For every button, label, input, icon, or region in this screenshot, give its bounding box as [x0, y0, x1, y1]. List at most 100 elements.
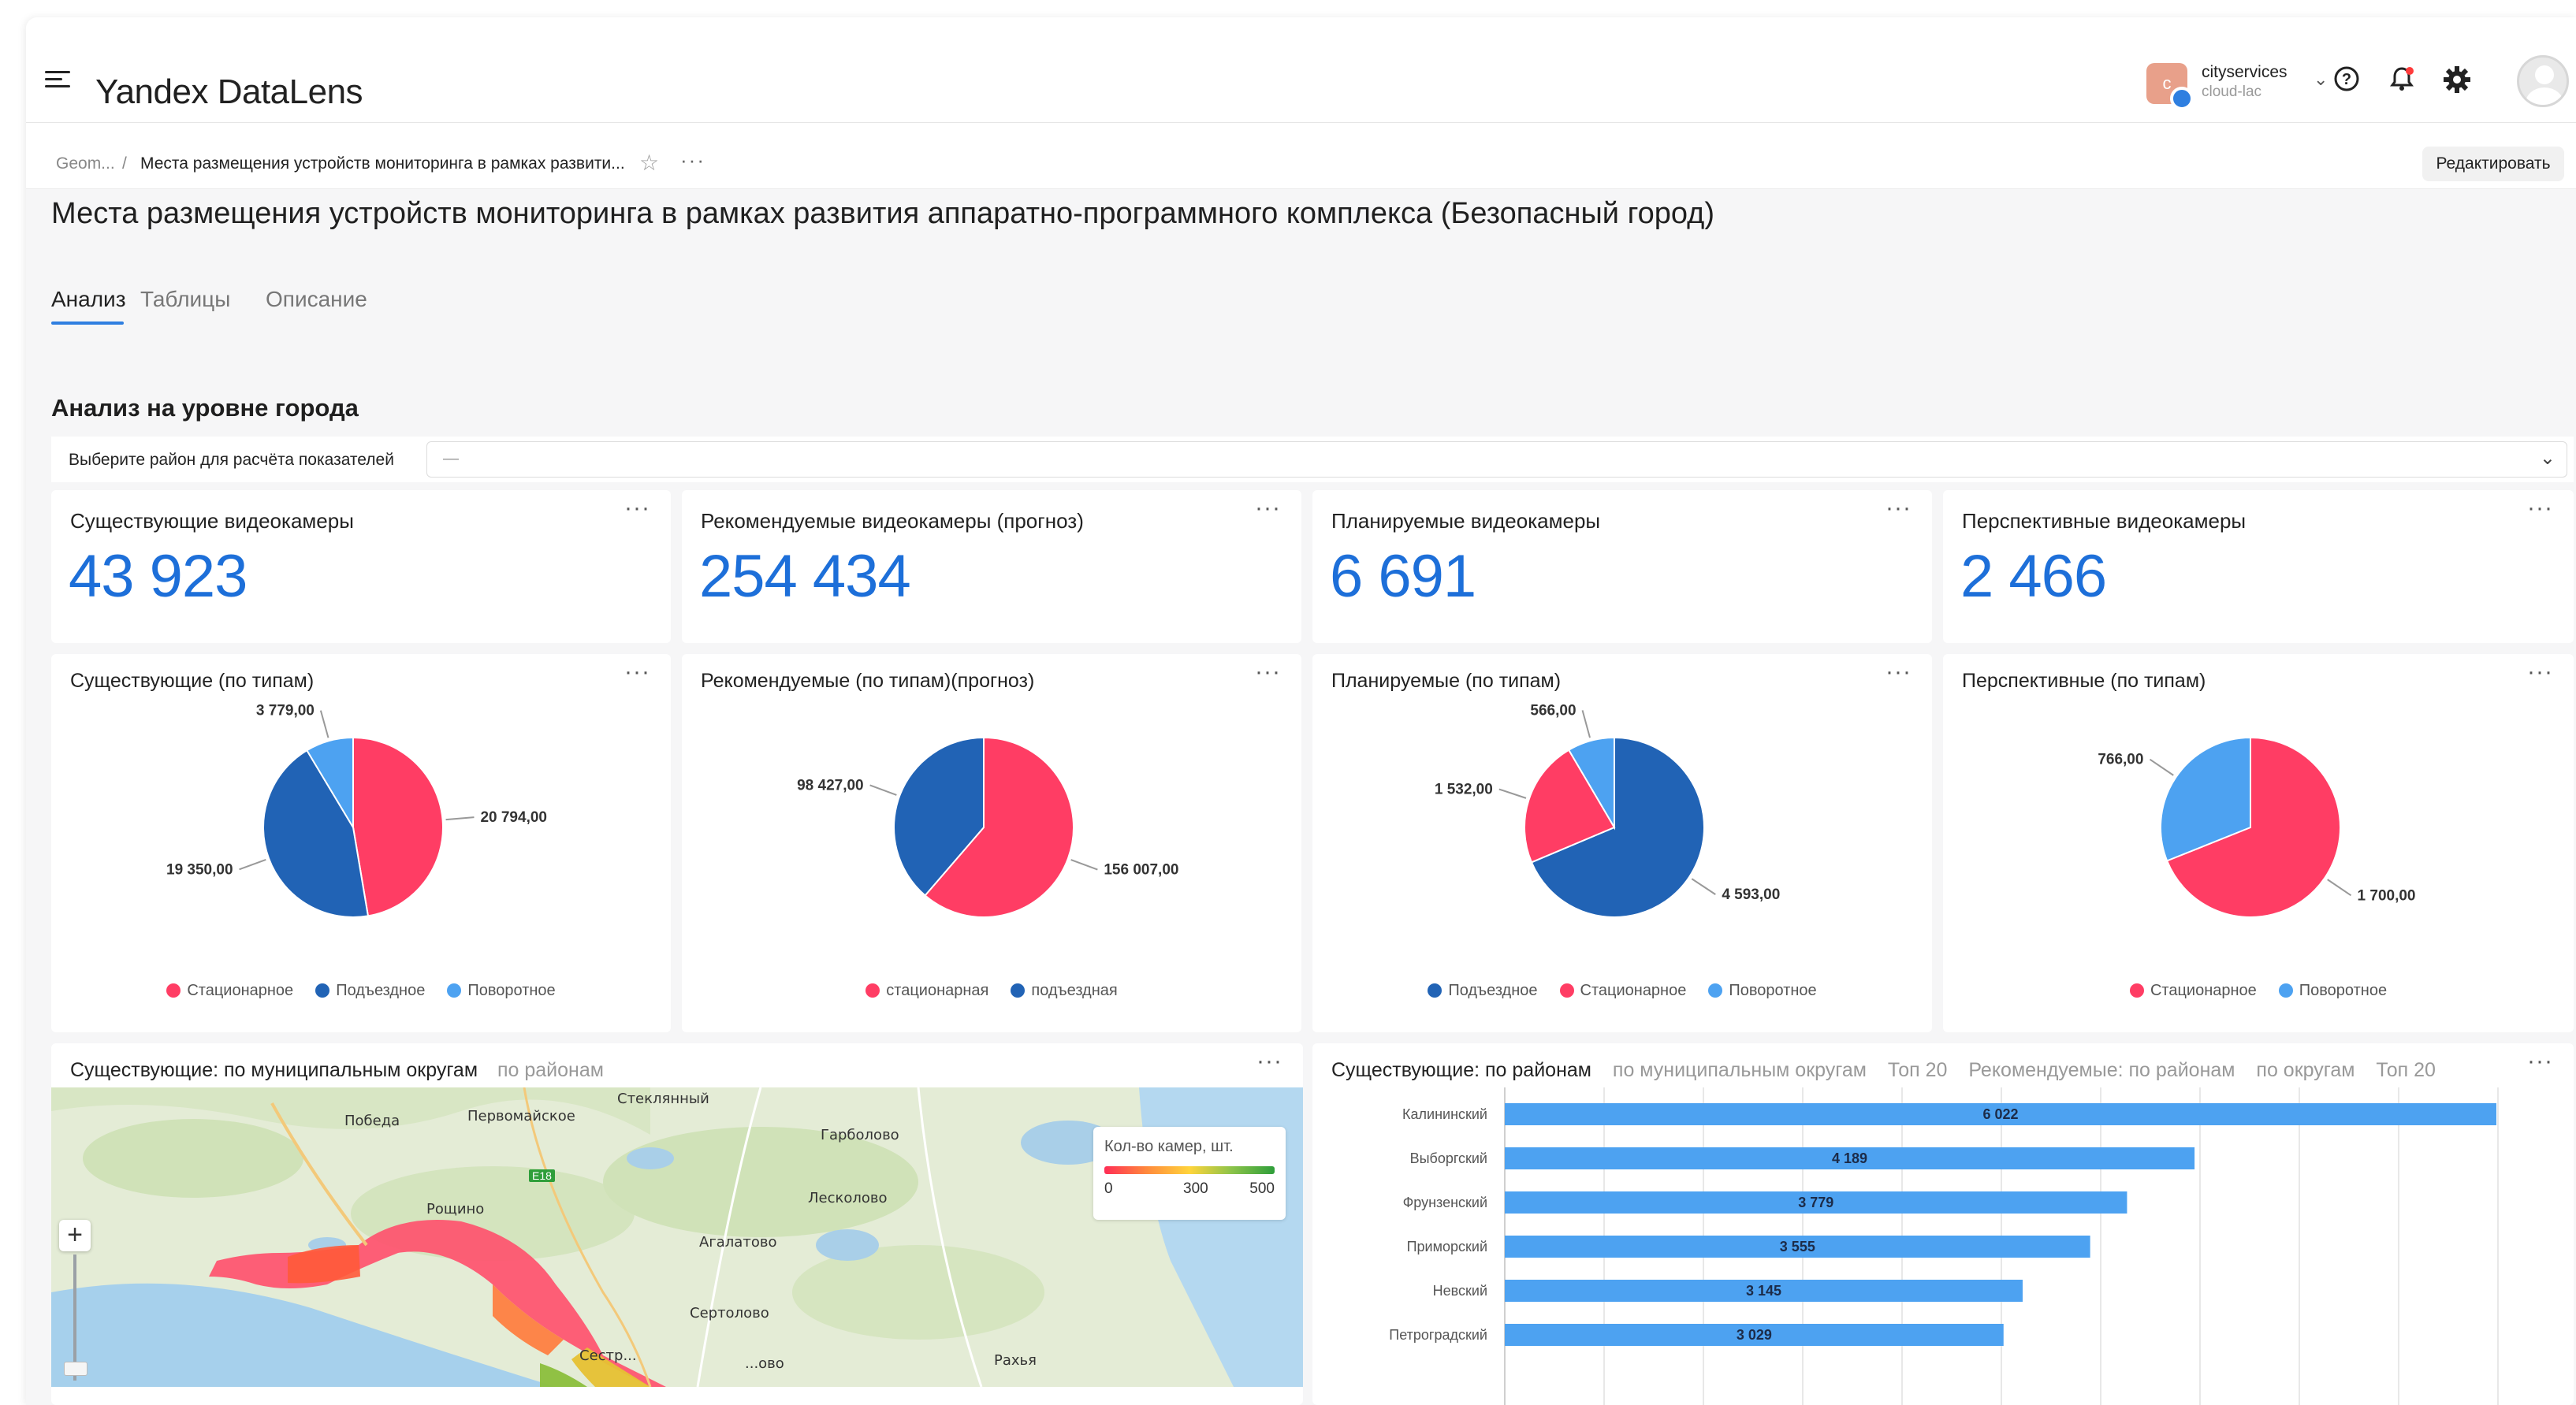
more-options-icon[interactable]: ···: [2527, 1048, 2553, 1075]
user-avatar[interactable]: [2517, 55, 2569, 107]
tab-recommended-districts[interactable]: Рекомендуемые: по районам: [1968, 1059, 2235, 1081]
bar-chart: Калининский 6 022 Выборгский 4 189 Фрунзенск…: [1389, 1087, 2499, 1405]
page-title: Места размещения устройств мониторинга в…: [51, 197, 1714, 230]
more-options-icon[interactable]: ···: [624, 659, 650, 686]
favorite-star-icon[interactable]: ☆: [639, 150, 659, 176]
more-options-icon[interactable]: ···: [1255, 659, 1281, 686]
pie-slice: [352, 736, 444, 917]
legend-item[interactable]: Подъездное: [1428, 982, 1538, 1000]
settings-gear-icon[interactable]: [2441, 65, 2473, 96]
legend-item[interactable]: Поворотное: [447, 982, 556, 1000]
app-window: Yandex DataLens c cityservices cloud-lac…: [26, 17, 2576, 1405]
bar-category-label: Невский: [1433, 1283, 1487, 1299]
legend-swatch: [1428, 983, 1442, 998]
legend-item[interactable]: Подъездное: [315, 982, 425, 1000]
map-place-label: Сестр...: [579, 1347, 637, 1364]
pie-data-label: 1 532,00: [1435, 782, 1493, 798]
bar-value-label: 3 555: [1780, 1239, 1815, 1254]
bar-card-tabs: Существующие: по районам по муниципальны…: [1331, 1059, 2451, 1082]
legend-item[interactable]: подъездная: [1011, 982, 1118, 1000]
map-place-label: Лесколово: [808, 1190, 888, 1206]
chart-legend: Стационарное Поворотное: [1943, 982, 2574, 1000]
more-options-icon[interactable]: ···: [624, 495, 650, 522]
tab-existing-municipal[interactable]: по муниципальным округам: [1613, 1059, 1867, 1081]
map-place-label: Сертолово: [690, 1305, 769, 1321]
legend-item[interactable]: Стационарное: [2129, 982, 2257, 1000]
legend-swatch: [1559, 983, 1574, 998]
road-tag: E18: [529, 1169, 555, 1182]
pie-card-prospective: Перспективные (по типам) ··· 1 700,00 766…: [1943, 654, 2574, 1032]
pie-leader-line: [1070, 859, 1098, 871]
chart-title: Планируемые (по типам): [1331, 670, 1562, 692]
svg-text:?: ?: [2342, 71, 2351, 88]
district-select[interactable]: — ⌄: [426, 441, 2567, 478]
kpi-value: 43 923: [69, 543, 248, 610]
tab-existing-top20[interactable]: Топ 20: [1888, 1059, 1948, 1081]
account-switcher[interactable]: c cityservices cloud-lac ⌄: [2146, 61, 2328, 110]
tab-map-municipal[interactable]: Существующие: по муниципальным округам: [70, 1059, 478, 1081]
pie-leader-line: [1498, 788, 1527, 799]
map-legend-title: Кол-во камер, шт.: [1104, 1138, 1234, 1155]
breadcrumb-separator: /: [122, 154, 127, 173]
tab-tables[interactable]: Таблицы: [140, 287, 230, 312]
more-options-icon[interactable]: ···: [1255, 495, 1281, 522]
account-sub: cloud-lac: [2202, 84, 2262, 100]
legend-swatch: [1011, 983, 1026, 998]
legend-label: подъездная: [1031, 982, 1118, 999]
map-place-label: ...ово: [745, 1355, 784, 1372]
bar-value-label: 4 189: [1832, 1150, 1867, 1166]
tab-recommended-okrugs[interactable]: по округам: [2256, 1059, 2355, 1081]
legend-label: стационарная: [886, 982, 989, 999]
map-place-label: Гарболово: [821, 1127, 899, 1143]
legend-swatch: [166, 983, 181, 998]
zoom-in-button[interactable]: +: [59, 1220, 91, 1251]
tab-map-districts[interactable]: по районам: [497, 1059, 604, 1081]
legend-label: Поворотное: [2299, 982, 2388, 999]
map-place-label: Агалатово: [699, 1234, 777, 1251]
legend-item[interactable]: Стационарное: [1559, 982, 1686, 1000]
help-icon[interactable]: ?: [2331, 65, 2362, 96]
map-legend-gradient: [1104, 1166, 1275, 1174]
more-options-icon[interactable]: ···: [1256, 1048, 1282, 1075]
more-options-icon[interactable]: ···: [1885, 495, 1912, 522]
breadcrumb-root[interactable]: Geom...: [56, 154, 115, 173]
tab-recommended-top20[interactable]: Топ 20: [2376, 1059, 2436, 1081]
map-card-tabs: Существующие: по муниципальным округам п…: [70, 1059, 604, 1082]
more-options-icon[interactable]: ···: [1885, 659, 1912, 686]
pie-data-label: 156 007,00: [1104, 862, 1178, 879]
more-options-icon[interactable]: ···: [2527, 495, 2553, 522]
kpi-title: Существующие видеокамеры: [70, 509, 354, 533]
map-view[interactable]: Стеклянный Победа Первомайское Гарболово…: [51, 1087, 1303, 1387]
pie-card-recommended: Рекомендуемые (по типам)(прогноз) ··· 15…: [682, 654, 1301, 1032]
app-logo[interactable]: Yandex DataLens: [95, 72, 363, 112]
pie-leader-line: [1581, 710, 1591, 738]
top-header: Yandex DataLens c cityservices cloud-lac…: [26, 17, 2576, 123]
pie-chart: 20 794,00 19 350,00 3 779,00: [166, 703, 547, 918]
account-name: cityservices: [2202, 63, 2288, 81]
section-title: Анализ на уровне города: [51, 394, 359, 422]
breadcrumb-current[interactable]: Места размещения устройств мониторинга в…: [140, 154, 625, 173]
bar-card: Существующие: по районам по муниципальны…: [1312, 1043, 2574, 1405]
notifications-icon[interactable]: [2386, 65, 2418, 96]
map-place-label: Стеклянный: [617, 1091, 709, 1107]
legend-label: Стационарное: [2150, 982, 2257, 999]
more-options-icon[interactable]: ···: [680, 148, 705, 173]
legend-item[interactable]: стационарная: [865, 982, 988, 1000]
map-place-label: Рахья: [994, 1352, 1037, 1369]
bar-value-label: 3 145: [1746, 1283, 1781, 1299]
tab-analysis[interactable]: Анализ: [51, 287, 126, 312]
tab-existing-districts[interactable]: Существующие: по районам: [1331, 1059, 1591, 1081]
pie-leader-line: [239, 858, 266, 871]
district-selector-row: Выберите район для расчёта показателей —…: [51, 437, 2574, 482]
tab-description[interactable]: Описание: [266, 287, 367, 312]
legend-item[interactable]: Стационарное: [166, 982, 293, 1000]
menu-icon[interactable]: [45, 71, 70, 90]
kpi-card-recommended: Рекомендуемые видеокамеры (прогноз) ··· …: [682, 490, 1301, 643]
more-options-icon[interactable]: ···: [2527, 659, 2553, 686]
legend-item[interactable]: Поворотное: [2278, 982, 2388, 1000]
pie-data-label: 19 350,00: [166, 861, 233, 878]
breadcrumb-bar: Geom... / Места размещения устройств мон…: [26, 123, 2576, 189]
zoom-slider-handle[interactable]: [64, 1362, 87, 1376]
legend-item[interactable]: Поворотное: [1708, 982, 1817, 1000]
edit-button[interactable]: Редактировать: [2422, 147, 2564, 181]
